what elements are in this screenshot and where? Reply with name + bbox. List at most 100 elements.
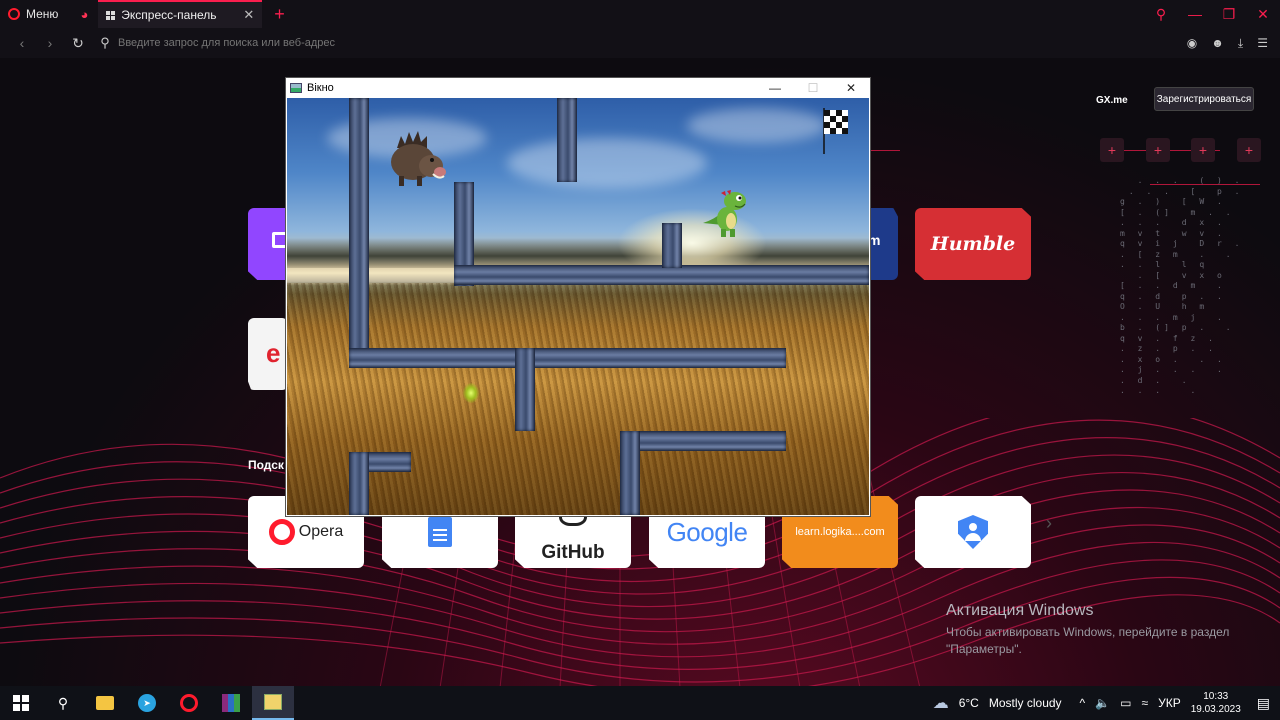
taskbar-search-button[interactable]: ⚲ — [42, 686, 84, 720]
taskbar-winrar[interactable] — [210, 686, 252, 720]
cloud — [687, 108, 827, 143]
reload-button[interactable]: ↻ — [64, 35, 92, 52]
add-shortcut-button[interactable]: + — [1237, 138, 1261, 162]
add-shortcut-button[interactable]: + — [1191, 138, 1215, 162]
gx-me-label: GX.me — [1096, 95, 1128, 106]
maze-wall — [620, 431, 786, 451]
game-close-button[interactable]: ✕ — [832, 81, 870, 95]
maze-wall — [349, 348, 786, 368]
maze-wall — [620, 431, 640, 515]
wheat-field — [287, 283, 869, 515]
weather-temp[interactable]: 6°C — [959, 696, 979, 710]
download-icon[interactable]: ⤓ — [1238, 36, 1243, 51]
game-window-titlebar[interactable]: Вікно — ☐ ✕ — [286, 78, 870, 98]
section-title: Подск — [248, 458, 284, 472]
search-tabs-icon[interactable]: ⚲ — [1144, 6, 1178, 23]
dino-sprite-icon — [703, 190, 746, 237]
tile-google-label: Google — [666, 516, 748, 547]
weather-desc[interactable]: Mostly cloudy — [989, 696, 1062, 710]
folder-icon — [96, 696, 114, 710]
add-shortcut-button[interactable]: + — [1100, 138, 1124, 162]
register-button[interactable]: Зарегистрироваться — [1154, 87, 1254, 111]
maze-wall — [662, 223, 682, 268]
activation-line-1: Чтобы активировать Windows, перейдите в … — [946, 625, 1230, 639]
taskbar-opera-gx[interactable] — [168, 686, 210, 720]
next-page-chevron-icon[interactable]: › — [1046, 513, 1052, 534]
windows-activation-watermark: Активация Windows Чтобы активировать Win… — [946, 602, 1246, 658]
account-icon[interactable]: ☻ — [1211, 36, 1224, 51]
weather-cloud-icon: ☁ — [932, 695, 949, 712]
tile-opera-label: Opera — [298, 523, 344, 540]
activation-title: Активация Windows — [946, 602, 1094, 619]
gx-control-icon[interactable]: ◕ — [70, 0, 98, 28]
game-window: Вікно — ☐ ✕ — [286, 78, 870, 516]
maze-wall — [515, 348, 535, 431]
back-button[interactable]: ‹ — [8, 35, 36, 51]
activation-line-2: "Параметры". — [946, 642, 1022, 656]
bonus-spark — [463, 383, 479, 403]
tile-google-account[interactable] — [915, 496, 1031, 568]
opera-logo-icon — [8, 8, 20, 20]
search-icon: ⚲ — [100, 35, 110, 50]
game-maximize-button: ☐ — [807, 81, 819, 95]
tray-chevron-up-icon[interactable]: ^ — [1080, 696, 1086, 710]
snapshot-icon[interactable]: ◉ — [1187, 36, 1197, 51]
easy-setup-icon[interactable]: ☰ — [1257, 36, 1268, 51]
start-button[interactable] — [0, 686, 42, 720]
forward-button[interactable]: › — [36, 35, 64, 51]
opera-menu-button[interactable]: Меню — [0, 0, 70, 28]
address-bar: ‹ › ↻ ⚲ ◉ ☻ ⤓ ☰ — [0, 28, 1280, 58]
tab-speed-dial[interactable]: Экспресс-панель ✕ — [98, 0, 263, 28]
browser-tab-bar: Меню ◕ Экспресс-панель ✕ + ⚲ — ❐ ✕ — [0, 0, 1280, 28]
matrix-decoration: . . . ( ) . . . . [ p . g . ) [ W . [ . … — [1120, 176, 1244, 395]
treeline — [287, 238, 869, 268]
clock[interactable]: 10:33 19.03.2023 — [1191, 690, 1241, 716]
winrar-icon — [222, 694, 240, 712]
volume-icon[interactable]: 🔈 — [1095, 696, 1110, 710]
clock-date: 19.03.2023 — [1190, 704, 1241, 715]
maximize-button[interactable]: ❐ — [1212, 6, 1246, 23]
tile-partial-e-label: e — [266, 338, 281, 368]
taskbar-file-explorer[interactable] — [84, 686, 126, 720]
game-minimize-button[interactable]: — — [756, 81, 794, 95]
taskbar-python-app[interactable] — [252, 686, 294, 720]
game-window-title: Вікно — [307, 82, 334, 94]
maze-wall — [349, 98, 369, 368]
tab-title: Экспресс-панель — [121, 8, 217, 22]
language-indicator[interactable]: УКР — [1158, 696, 1181, 710]
tile-github-label: GitHub — [541, 542, 605, 563]
taskbar-telegram[interactable]: ➤ — [126, 686, 168, 720]
browser-window-controls: ⚲ — ❐ ✕ — [1144, 0, 1280, 28]
opera-gx-icon — [180, 694, 198, 712]
telegram-icon: ➤ — [138, 694, 156, 712]
app-icon — [290, 83, 302, 93]
clock-time: 10:33 — [1203, 691, 1229, 702]
cloud — [507, 138, 707, 188]
activation-text: Чтобы активировать Windows, перейдите в … — [946, 624, 1246, 658]
tile-partial-e[interactable]: e — [248, 318, 288, 390]
speed-dial-icon — [106, 10, 116, 20]
wifi-icon[interactable]: ≈ — [1141, 696, 1148, 710]
maze-wall — [454, 265, 869, 285]
add-shortcut-button[interactable]: + — [1146, 138, 1170, 162]
opera-logo-icon — [268, 519, 295, 545]
python-app-icon — [264, 694, 282, 710]
address-input[interactable] — [118, 37, 718, 49]
minimize-button[interactable]: — — [1178, 6, 1212, 22]
tile-humble[interactable]: Humble — [915, 208, 1031, 280]
game-canvas[interactable] — [287, 98, 869, 515]
new-tab-button[interactable]: + — [262, 0, 297, 28]
windows-taskbar: ⚲ ➤ ☁ 6°C Mostly cloudy ^ 🔈 ▭ ≈ УКР 10:3… — [0, 686, 1280, 720]
google-docs-icon — [428, 517, 452, 547]
menu-label: Меню — [26, 7, 59, 21]
tile-humble-label: Humble — [930, 233, 1016, 255]
finish-flag-icon — [823, 108, 848, 154]
search-icon: ⚲ — [57, 694, 69, 711]
maze-wall — [557, 98, 577, 182]
close-button[interactable]: ✕ — [1246, 6, 1280, 23]
notifications-icon[interactable]: ▤ — [1257, 695, 1270, 712]
battery-icon[interactable]: ▭ — [1120, 696, 1131, 710]
tab-close-icon[interactable]: ✕ — [243, 7, 254, 23]
shield-icon — [958, 515, 988, 549]
maze-wall — [349, 452, 369, 515]
